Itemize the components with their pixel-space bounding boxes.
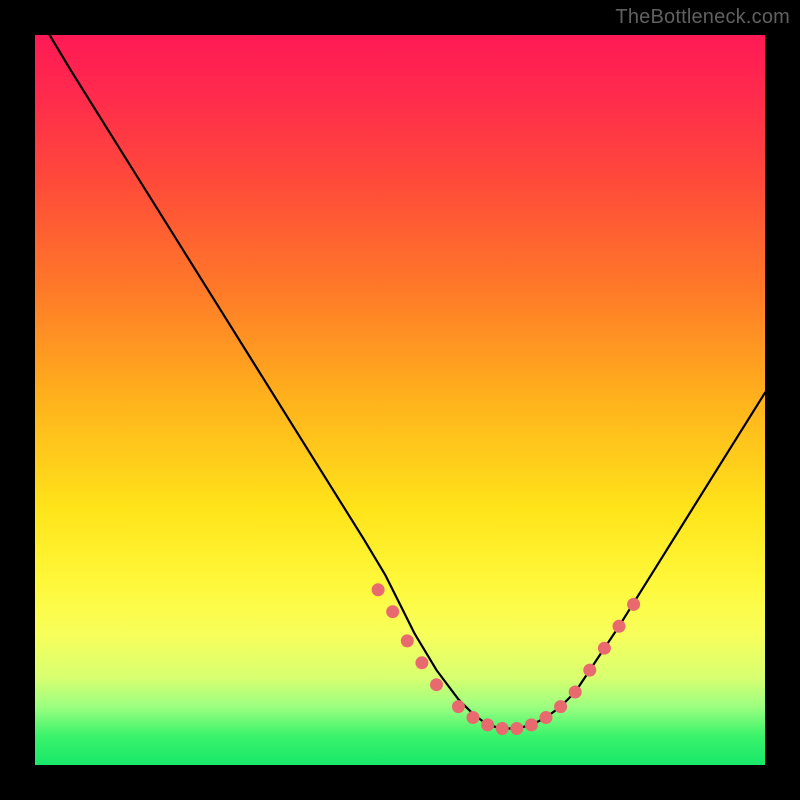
chart-frame: TheBottleneck.com [0,0,800,800]
data-marker [598,642,611,655]
data-marker [569,686,582,699]
data-marker [627,598,640,611]
data-marker [401,634,414,647]
data-marker [430,678,443,691]
data-marker [415,656,428,669]
data-marker [386,605,399,618]
data-marker [525,718,538,731]
data-marker [496,722,509,735]
data-marker [481,718,494,731]
data-marker [583,664,596,677]
data-marker [372,583,385,596]
data-marker [613,620,626,633]
data-marker [554,700,567,713]
bottleneck-curve [50,35,765,729]
data-marker [510,722,523,735]
data-marker [540,711,553,724]
data-marker [452,700,465,713]
markers-group [372,583,640,735]
data-marker [467,711,480,724]
chart-svg [35,35,765,765]
curve-path [50,35,765,729]
watermark-label: TheBottleneck.com [615,6,790,29]
plot-area [35,35,765,765]
